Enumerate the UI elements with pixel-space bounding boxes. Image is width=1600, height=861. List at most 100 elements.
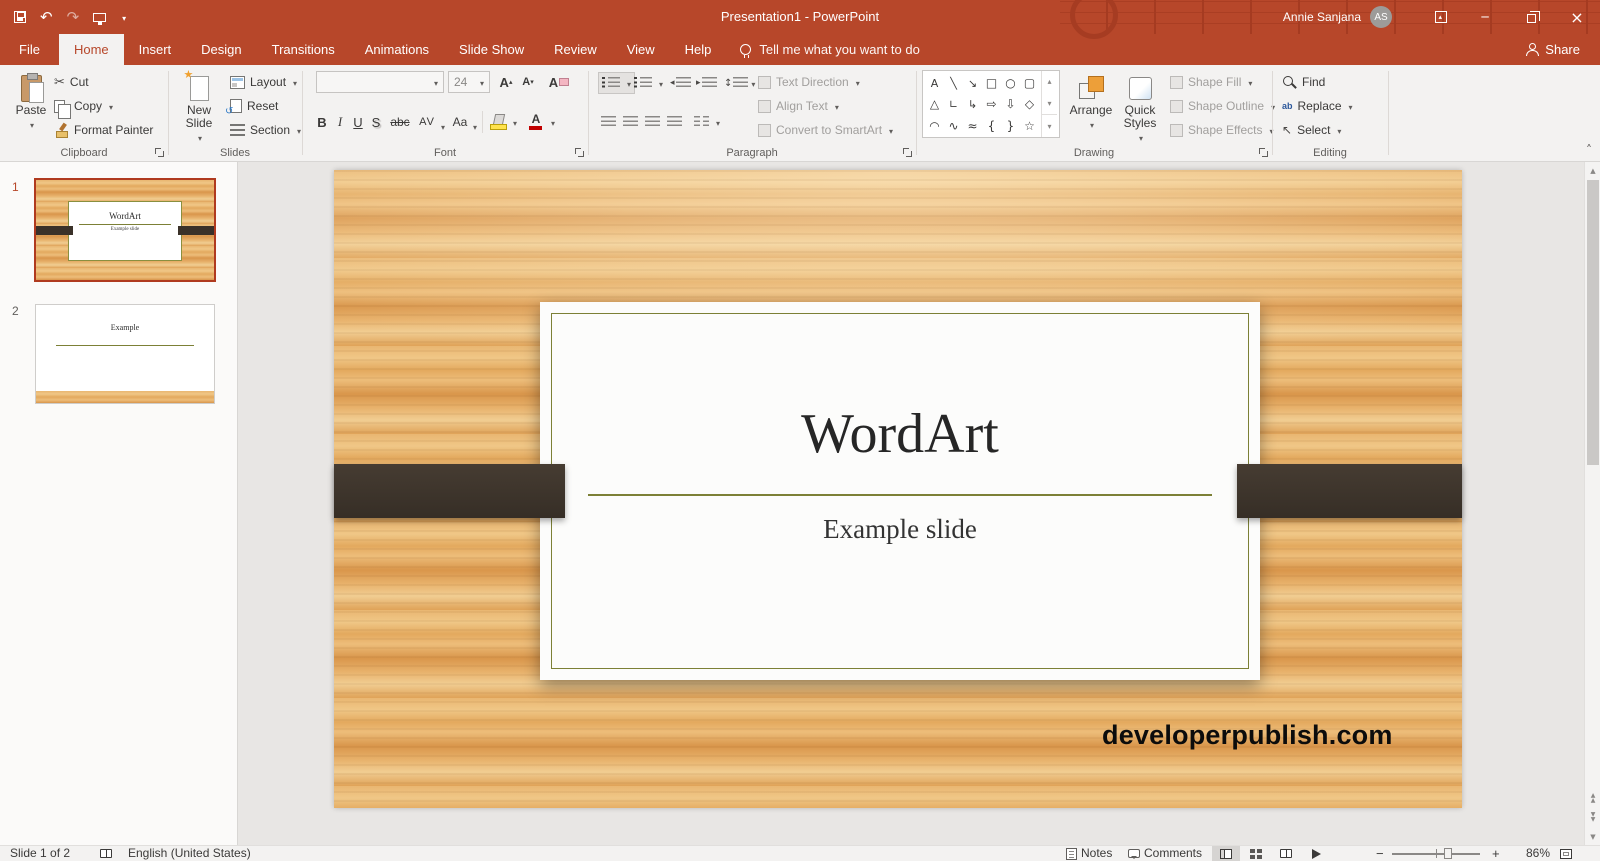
numbering-button[interactable] <box>634 72 663 94</box>
format-painter-button[interactable]: Format Painter <box>54 119 153 141</box>
paste-button[interactable]: Paste <box>8 69 54 155</box>
shape-rounded-rectangle[interactable] <box>1020 72 1039 93</box>
shape-diamond[interactable] <box>1020 94 1039 115</box>
slide-left-banner-shape[interactable] <box>334 464 565 518</box>
tell-me-box[interactable]: Tell me what you want to do <box>740 34 920 65</box>
slide-2-thumbnail[interactable]: Example <box>35 304 215 404</box>
shape-line-arrow[interactable] <box>963 73 982 94</box>
collapse-ribbon-button[interactable] <box>1586 143 1592 157</box>
slide-sorter-view-button[interactable] <box>1242 846 1270 861</box>
layout-button[interactable]: Layout <box>230 71 297 93</box>
zoom-level[interactable]: 86% <box>1512 846 1550 861</box>
close-button[interactable] <box>1554 0 1600 34</box>
shapes-scroll-down-button[interactable] <box>1042 93 1057 115</box>
shrink-font-button[interactable] <box>518 71 538 93</box>
zoom-slider-knob[interactable] <box>1444 848 1452 859</box>
shape-down-arrow[interactable] <box>1001 94 1020 115</box>
increase-indent-button[interactable] <box>696 72 717 94</box>
restore-button[interactable] <box>1508 0 1554 34</box>
scroll-down-button[interactable] <box>1585 828 1600 845</box>
shape-left-brace[interactable] <box>982 115 1001 136</box>
language-status[interactable]: English (United States) <box>128 846 251 861</box>
slide-subtitle-text[interactable]: Example slide <box>540 514 1260 545</box>
character-spacing-button[interactable]: AV <box>416 111 438 133</box>
align-center-button[interactable] <box>620 111 640 133</box>
columns-button[interactable] <box>694 111 720 133</box>
next-slide-button[interactable] <box>1585 808 1600 826</box>
line-spacing-button[interactable] <box>724 72 755 94</box>
shape-scribble[interactable] <box>963 115 982 136</box>
slide-title-text[interactable]: WordArt <box>540 402 1260 466</box>
justify-button[interactable] <box>664 111 684 133</box>
drawing-dialog-launcher[interactable] <box>1259 148 1268 157</box>
share-button[interactable]: Share <box>1525 34 1600 65</box>
minimize-button[interactable] <box>1462 0 1508 34</box>
shape-elbow-arrow-connector[interactable] <box>963 94 982 115</box>
paragraph-dialog-launcher[interactable] <box>903 148 912 157</box>
shapes-gallery-more-button[interactable] <box>1042 114 1057 137</box>
align-left-button[interactable] <box>598 111 618 133</box>
replace-button[interactable]: Replace <box>1282 95 1353 117</box>
quick-styles-button[interactable]: Quick Styles <box>1116 69 1164 155</box>
find-button[interactable]: Find <box>1282 71 1325 93</box>
shape-line[interactable] <box>944 73 963 94</box>
select-button[interactable]: Select <box>1282 119 1341 141</box>
proofing-status-button[interactable] <box>100 846 112 861</box>
shape-outline-button[interactable]: Shape Outline <box>1170 95 1275 117</box>
vertical-scrollbar[interactable] <box>1584 162 1600 845</box>
font-dialog-launcher[interactable] <box>575 148 584 157</box>
arrange-button[interactable]: Arrange <box>1068 69 1114 155</box>
align-text-button[interactable]: Align Text <box>758 95 839 117</box>
zoom-in-button[interactable]: + <box>1492 846 1500 861</box>
underline-button[interactable]: U <box>350 111 366 133</box>
text-direction-button[interactable]: Text Direction <box>758 71 860 93</box>
grow-font-button[interactable] <box>496 71 516 93</box>
copy-button[interactable]: Copy <box>54 95 113 119</box>
align-right-button[interactable] <box>642 111 662 133</box>
avatar[interactable]: AS <box>1370 6 1392 28</box>
slide-1-thumbnail[interactable]: WordArt Example slide <box>34 178 216 282</box>
shape-fill-button[interactable]: Shape Fill <box>1170 71 1252 93</box>
shape-right-brace[interactable] <box>1001 115 1020 136</box>
shape-effects-button[interactable]: Shape Effects <box>1170 119 1274 141</box>
tab-animations[interactable]: Animations <box>350 34 444 65</box>
tab-slide-show[interactable]: Slide Show <box>444 34 539 65</box>
shape-arc[interactable] <box>925 115 944 136</box>
zoom-slider-track[interactable] <box>1392 846 1480 861</box>
bullets-button[interactable] <box>598 72 636 94</box>
shape-text-box[interactable] <box>925 73 944 94</box>
new-slide-button[interactable]: New Slide <box>176 68 222 155</box>
redo-icon[interactable] <box>67 8 80 26</box>
clear-formatting-button[interactable] <box>546 71 572 93</box>
slide-content-card[interactable]: WordArt Example slide <box>540 302 1260 680</box>
section-button[interactable]: Section <box>230 119 301 141</box>
shapes-scroll-up-button[interactable] <box>1042 71 1057 93</box>
slide-counter[interactable]: Slide 1 of 2 <box>10 846 70 861</box>
customize-qat-caret[interactable] <box>120 8 126 26</box>
previous-slide-button[interactable] <box>1585 789 1600 807</box>
cut-button[interactable]: Cut <box>54 71 89 93</box>
reset-button[interactable]: Reset <box>225 95 278 117</box>
scroll-up-button[interactable] <box>1585 162 1600 179</box>
shape-star[interactable] <box>1020 115 1039 136</box>
fit-to-window-button[interactable] <box>1560 846 1572 861</box>
undo-icon[interactable] <box>40 8 53 26</box>
watermark-text[interactable]: developerpublish.com <box>1102 720 1393 751</box>
font-color-button[interactable] <box>528 111 555 133</box>
tab-transitions[interactable]: Transitions <box>257 34 350 65</box>
scrollbar-thumb[interactable] <box>1587 180 1599 465</box>
tab-help[interactable]: Help <box>670 34 727 65</box>
start-slideshow-icon[interactable] <box>93 12 107 25</box>
normal-view-button[interactable] <box>1212 846 1240 861</box>
change-case-button[interactable]: Aa <box>450 111 470 133</box>
tab-view[interactable]: View <box>612 34 670 65</box>
convert-smartart-button[interactable]: Convert to SmartArt <box>758 119 893 141</box>
tab-insert[interactable]: Insert <box>124 34 187 65</box>
slideshow-view-button[interactable] <box>1302 846 1330 861</box>
clipboard-dialog-launcher[interactable] <box>155 148 164 157</box>
account-name[interactable]: Annie Sanjana <box>1283 10 1361 24</box>
reading-view-button[interactable] <box>1272 846 1300 861</box>
font-size-combobox[interactable]: 24 <box>448 71 490 93</box>
shape-oval[interactable] <box>1001 72 1020 93</box>
tab-file[interactable]: File <box>0 34 59 65</box>
